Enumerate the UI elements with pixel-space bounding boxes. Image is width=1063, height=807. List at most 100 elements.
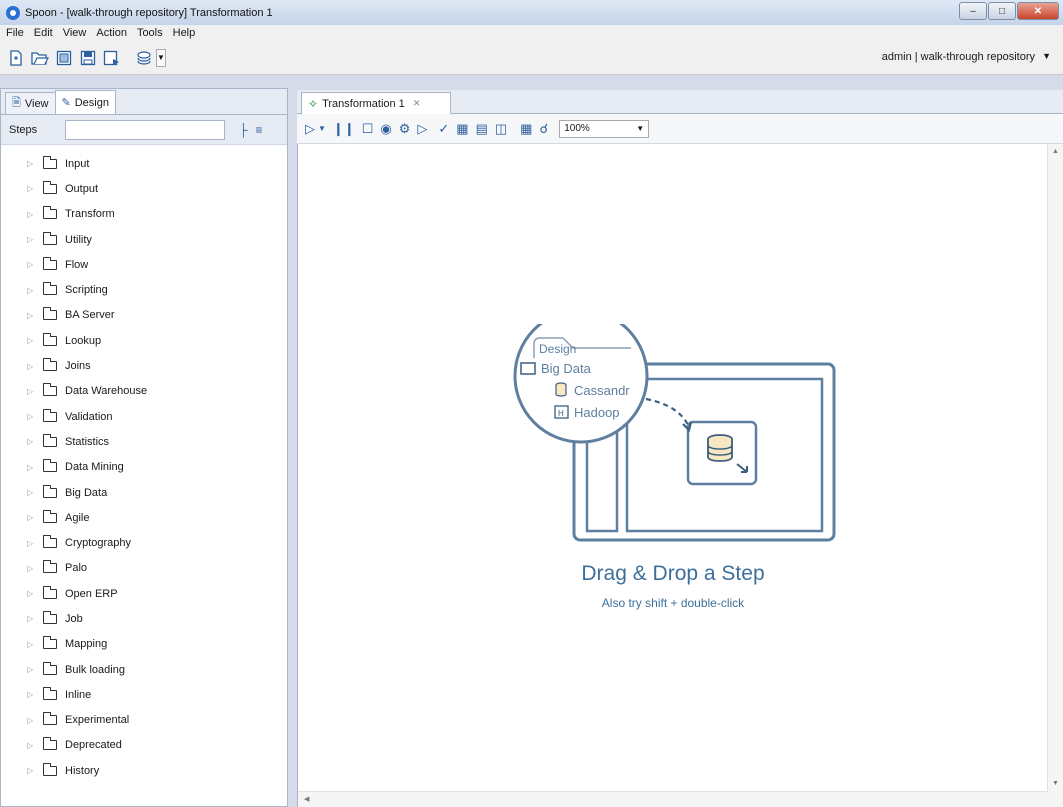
- open-icon[interactable]: [30, 48, 50, 68]
- save-icon[interactable]: [78, 48, 98, 68]
- expand-arrow-icon[interactable]: ▷: [27, 463, 43, 472]
- step-category-ba-server[interactable]: ▷ BA Server: [1, 303, 287, 328]
- step-category-bulk-loading[interactable]: ▷ Bulk loading: [1, 657, 287, 682]
- expand-arrow-icon[interactable]: ▷: [27, 210, 43, 219]
- save-as-icon[interactable]: [102, 48, 122, 68]
- preview-icon[interactable]: ◉: [380, 121, 391, 137]
- step-category-label: Inline: [65, 688, 92, 701]
- lock-icon[interactable]: ☌: [539, 121, 548, 137]
- step-category-statistics[interactable]: ▷ Statistics: [1, 429, 287, 454]
- step-category-inline[interactable]: ▷ Inline: [1, 682, 287, 707]
- impact-icon[interactable]: ▦: [456, 121, 468, 137]
- step-category-label: Flow: [65, 258, 89, 271]
- menu-edit[interactable]: Edit: [34, 27, 53, 39]
- step-category-job[interactable]: ▷ Job: [1, 606, 287, 631]
- step-category-data-warehouse[interactable]: ▷ Data Warehouse: [1, 379, 287, 404]
- show-results-icon[interactable]: ▦: [520, 121, 532, 137]
- step-category-history[interactable]: ▷ History: [1, 758, 287, 783]
- step-category-output[interactable]: ▷ Output: [1, 176, 287, 201]
- step-category-experimental[interactable]: ▷ Experimental: [1, 708, 287, 733]
- step-category-validation[interactable]: ▷ Validation: [1, 404, 287, 429]
- expand-arrow-icon[interactable]: ▷: [27, 690, 43, 699]
- folder-icon: [43, 459, 57, 473]
- step-category-deprecated[interactable]: ▷ Deprecated: [1, 733, 287, 758]
- step-category-open-erp[interactable]: ▷ Open ERP: [1, 581, 287, 606]
- step-category-cryptography[interactable]: ▷ Cryptography: [1, 530, 287, 555]
- transformation-canvas[interactable]: Design Big Data Cassandr H Hadoop Drag &…: [297, 144, 1063, 807]
- scroll-down-icon[interactable]: ▼: [1052, 780, 1059, 787]
- horizontal-scrollbar[interactable]: ◀: [298, 791, 1048, 807]
- step-category-lookup[interactable]: ▷ Lookup: [1, 328, 287, 353]
- zoom-select[interactable]: 100% ▼: [559, 119, 650, 138]
- expand-arrow-icon[interactable]: ▷: [27, 311, 43, 320]
- tab-design[interactable]: ✎ Design: [54, 90, 116, 114]
- expand-arrow-icon[interactable]: ▷: [27, 513, 43, 522]
- step-category-big-data[interactable]: ▷ Big Data: [1, 480, 287, 505]
- explore-db-icon[interactable]: ◫: [495, 121, 507, 137]
- expand-arrow-icon[interactable]: ▷: [27, 741, 43, 750]
- expand-arrow-icon[interactable]: ▷: [27, 539, 43, 548]
- explore-repository-icon[interactable]: [54, 48, 74, 68]
- step-category-label: Input: [65, 157, 90, 170]
- expand-arrow-icon[interactable]: ▷: [27, 159, 43, 168]
- tab-view[interactable]: 🗎 View: [5, 92, 56, 114]
- menu-file[interactable]: File: [6, 27, 24, 39]
- step-category-data-mining[interactable]: ▷ Data Mining: [1, 455, 287, 480]
- run-options-dropdown-icon[interactable]: ▼: [318, 124, 326, 133]
- stop-icon[interactable]: ☐: [362, 121, 374, 137]
- expand-arrow-icon[interactable]: ▷: [27, 260, 43, 269]
- steps-search-input[interactable]: [65, 119, 225, 140]
- close-button[interactable]: ✕: [1017, 2, 1059, 20]
- expand-arrow-icon[interactable]: ▷: [27, 336, 43, 345]
- expand-arrow-icon[interactable]: ▷: [27, 412, 43, 421]
- scroll-left-icon[interactable]: ◀: [304, 795, 309, 803]
- expand-arrow-icon[interactable]: ▷: [27, 665, 43, 674]
- step-category-agile[interactable]: ▷ Agile: [1, 505, 287, 530]
- run-icon[interactable]: ▷: [305, 121, 315, 137]
- expand-arrow-icon[interactable]: ▷: [27, 766, 43, 775]
- expand-arrow-icon[interactable]: ▷: [27, 286, 43, 295]
- step-category-utility[interactable]: ▷ Utility: [1, 227, 287, 252]
- expand-arrow-icon[interactable]: ▷: [27, 235, 43, 244]
- expand-arrow-icon[interactable]: ▷: [27, 564, 43, 573]
- menu-tools[interactable]: Tools: [137, 27, 163, 39]
- expand-arrow-icon[interactable]: ▷: [27, 589, 43, 598]
- expand-arrow-icon[interactable]: ▷: [27, 387, 43, 396]
- expand-arrow-icon[interactable]: ▷: [27, 437, 43, 446]
- expand-arrow-icon[interactable]: ▷: [27, 362, 43, 371]
- window-title: Spoon - [walk-through repository] Transf…: [25, 6, 273, 19]
- debug-icon[interactable]: ⚙: [399, 121, 411, 137]
- verify-icon[interactable]: ✓: [438, 121, 449, 137]
- menu-help[interactable]: Help: [173, 27, 196, 39]
- menu-action[interactable]: Action: [96, 27, 127, 39]
- step-category-transform[interactable]: ▷ Transform: [1, 202, 287, 227]
- step-category-joins[interactable]: ▷ Joins: [1, 353, 287, 378]
- pause-icon[interactable]: ❙❙: [333, 121, 355, 137]
- collapse-tree-icon[interactable]: ├: [239, 123, 248, 137]
- maximize-button[interactable]: □: [988, 2, 1016, 20]
- menu-view[interactable]: View: [63, 27, 87, 39]
- step-category-palo[interactable]: ▷ Palo: [1, 556, 287, 581]
- expand-arrow-icon[interactable]: ▷: [27, 488, 43, 497]
- vertical-scrollbar[interactable]: ▲ ▼: [1047, 144, 1063, 807]
- layers-icon[interactable]: [134, 48, 154, 68]
- new-file-icon[interactable]: [6, 48, 26, 68]
- expand-arrow-icon[interactable]: ▷: [27, 614, 43, 623]
- scroll-up-icon[interactable]: ▲: [1052, 148, 1059, 155]
- step-category-mapping[interactable]: ▷ Mapping: [1, 632, 287, 657]
- step-category-flow[interactable]: ▷ Flow: [1, 252, 287, 277]
- minimize-button[interactable]: –: [959, 2, 987, 20]
- expand-arrow-icon[interactable]: ▷: [27, 640, 43, 649]
- expand-arrow-icon[interactable]: ▷: [27, 716, 43, 725]
- step-category-input[interactable]: ▷ Input: [1, 151, 287, 176]
- layers-dropdown-button[interactable]: ▼: [156, 48, 166, 67]
- replay-icon[interactable]: ▷: [417, 121, 427, 137]
- user-dropdown-icon[interactable]: ▼: [1042, 51, 1051, 61]
- expand-tree-icon[interactable]: ≡: [256, 123, 263, 137]
- tab-transformation-1[interactable]: ✧ Transformation 1 ✕: [301, 92, 451, 114]
- step-category-scripting[interactable]: ▷ Scripting: [1, 277, 287, 302]
- sql-icon[interactable]: ▤: [476, 121, 488, 137]
- close-tab-icon[interactable]: ✕: [413, 98, 421, 109]
- expand-arrow-icon[interactable]: ▷: [27, 184, 43, 193]
- step-category-label: Agile: [65, 511, 90, 524]
